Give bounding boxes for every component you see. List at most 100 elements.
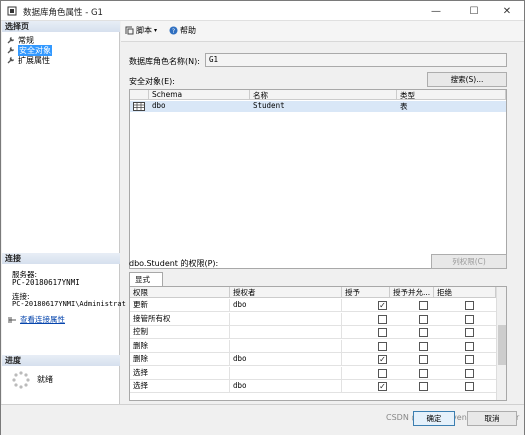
securables-grid: Schema 名称 类型 dbo Student 表 [129, 89, 507, 269]
server-value: PC-20180617YNMI [12, 278, 80, 287]
connection-value: PC-20180617YNMI\Administrat [12, 300, 126, 308]
role-name-field[interactable]: G1 [205, 53, 507, 67]
nav-item-general[interactable]: 常规 [7, 35, 34, 45]
svg-text:?: ? [172, 28, 175, 35]
table-row[interactable]: 控制 [130, 326, 496, 339]
cell-grantor: dbo [230, 353, 342, 366]
table-icon [133, 102, 145, 111]
cell-permission: 删除 [130, 353, 230, 366]
table-row[interactable]: 选择 [130, 366, 496, 380]
cell-permission: 选择 [130, 380, 230, 393]
cancel-button[interactable]: 取消 [467, 411, 517, 426]
with-grant-checkbox[interactable] [419, 341, 428, 351]
help-label: 帮助 [180, 26, 196, 35]
chevron-down-icon: ▾ [154, 27, 158, 34]
script-button[interactable]: 脚本 ▾ [125, 25, 157, 36]
table-row[interactable]: 删除 dbo ✓ [130, 353, 496, 366]
table-row[interactable]: 更新 dbo ✓ [130, 299, 496, 312]
cell-type: 表 [400, 102, 408, 111]
progress-header: 进度 [2, 355, 120, 366]
close-button[interactable]: ✕ [490, 1, 524, 21]
window-title: 数据库角色属性 - G1 [23, 8, 103, 18]
cell-grantor [230, 366, 342, 380]
cell-grantor [230, 326, 342, 339]
grant-checkbox[interactable] [378, 341, 387, 351]
tab-explicit[interactable]: 显式 [129, 272, 163, 286]
table-row[interactable]: 删除 [130, 339, 496, 353]
progress-spinner-icon [12, 371, 30, 389]
with-grant-checkbox[interactable] [419, 328, 428, 337]
column-header-deny[interactable]: 拒绝 [434, 287, 496, 298]
with-grant-checkbox[interactable] [419, 382, 428, 391]
cell-permission: 控制 [130, 326, 230, 339]
deny-checkbox[interactable] [465, 328, 474, 337]
maximize-button[interactable]: ☐ [457, 1, 491, 21]
connection-header: 连接 [2, 253, 120, 264]
permissions-label: dbo.Student 的权限(P): [129, 259, 219, 268]
progress-status: 就绪 [37, 375, 53, 384]
script-icon [125, 26, 134, 35]
deny-checkbox[interactable] [465, 314, 474, 324]
grant-checkbox[interactable]: ✓ [378, 382, 387, 391]
column-permissions-button[interactable]: 列权限(C) [431, 254, 507, 269]
scrollbar-thumb[interactable] [498, 325, 506, 365]
column-header-schema[interactable]: Schema [149, 90, 250, 100]
toolbar: 脚本 ▾ ? 帮助 [121, 21, 524, 42]
with-grant-checkbox[interactable] [419, 368, 428, 378]
main-panel: 脚本 ▾ ? 帮助 数据库角色名称(N): G1 安全对象(E): 搜索(S).… [121, 21, 524, 404]
grant-checkbox[interactable] [378, 314, 387, 324]
cell-permission: 接管所有权 [130, 312, 230, 326]
cell-grantor [230, 339, 342, 353]
cell-permission: 选择 [130, 366, 230, 380]
deny-checkbox[interactable] [465, 355, 474, 364]
search-button[interactable]: 搜索(S)... [427, 72, 507, 87]
role-properties-window: 数据库角色属性 - G1 — ☐ ✕ 选择页 常规 安全对象 扩展属性 连接 服… [0, 0, 525, 435]
grant-checkbox[interactable]: ✓ [378, 301, 387, 310]
wrench-icon [7, 36, 15, 44]
nav-item-securables[interactable]: 安全对象 [7, 44, 52, 56]
title-bar[interactable]: 数据库角色属性 - G1 — ☐ ✕ [1, 1, 524, 21]
cell-grantor: dbo [230, 380, 342, 393]
cell-permission: 删除 [130, 339, 230, 353]
cell-permission: 更新 [130, 299, 230, 312]
deny-checkbox[interactable] [465, 341, 474, 351]
grant-checkbox[interactable] [378, 328, 387, 337]
table-row[interactable]: 选择 dbo ✓ [130, 380, 496, 393]
deny-checkbox[interactable] [465, 301, 474, 310]
with-grant-checkbox[interactable] [419, 355, 428, 364]
with-grant-checkbox[interactable] [419, 314, 428, 324]
column-header-with-grant[interactable]: 授予并允... [390, 287, 434, 298]
column-header-grantor[interactable]: 授权者 [230, 287, 342, 298]
help-button[interactable]: ? 帮助 [169, 25, 196, 36]
securables-label: 安全对象(E): [129, 77, 175, 86]
ok-button[interactable]: 确定 [413, 411, 455, 426]
deny-checkbox[interactable] [465, 368, 474, 378]
nav-item-label: 扩展属性 [18, 55, 50, 65]
table-row[interactable]: 接管所有权 [130, 312, 496, 326]
view-connection-properties-link[interactable]: 查看连接属性 [8, 314, 65, 325]
database-role-icon [7, 6, 17, 16]
vertical-scrollbar[interactable] [496, 287, 506, 400]
connection-icon [8, 316, 16, 323]
grant-checkbox[interactable] [378, 368, 387, 378]
cell-grantor: dbo [230, 299, 342, 312]
grid-corner [130, 90, 149, 100]
left-panel: 选择页 常规 安全对象 扩展属性 连接 服务器: PC-20180617YNMI… [2, 21, 126, 404]
script-label: 脚本 [136, 26, 152, 35]
link-label: 查看连接属性 [20, 315, 65, 324]
minimize-button[interactable]: — [419, 1, 453, 21]
column-header-grant[interactable]: 授予 [342, 287, 390, 298]
wrench-icon [7, 46, 15, 54]
table-row[interactable] [130, 101, 506, 112]
column-header-type[interactable]: 类型 [397, 90, 506, 100]
permissions-grid: 权限 授权者 授予 授予并允... 拒绝 更新 dbo ✓ 接管所有权 控制 删除 删除 db… [129, 286, 507, 401]
help-icon: ? [169, 26, 178, 35]
column-header-name[interactable]: 名称 [250, 90, 397, 100]
nav-item-extended-properties[interactable]: 扩展属性 [7, 55, 50, 65]
with-grant-checkbox[interactable] [419, 301, 428, 310]
column-header-permission[interactable]: 权限 [130, 287, 230, 298]
deny-checkbox[interactable] [465, 382, 474, 391]
grant-checkbox[interactable]: ✓ [378, 355, 387, 364]
wrench-icon [7, 56, 15, 64]
select-page-header: 选择页 [2, 21, 120, 32]
